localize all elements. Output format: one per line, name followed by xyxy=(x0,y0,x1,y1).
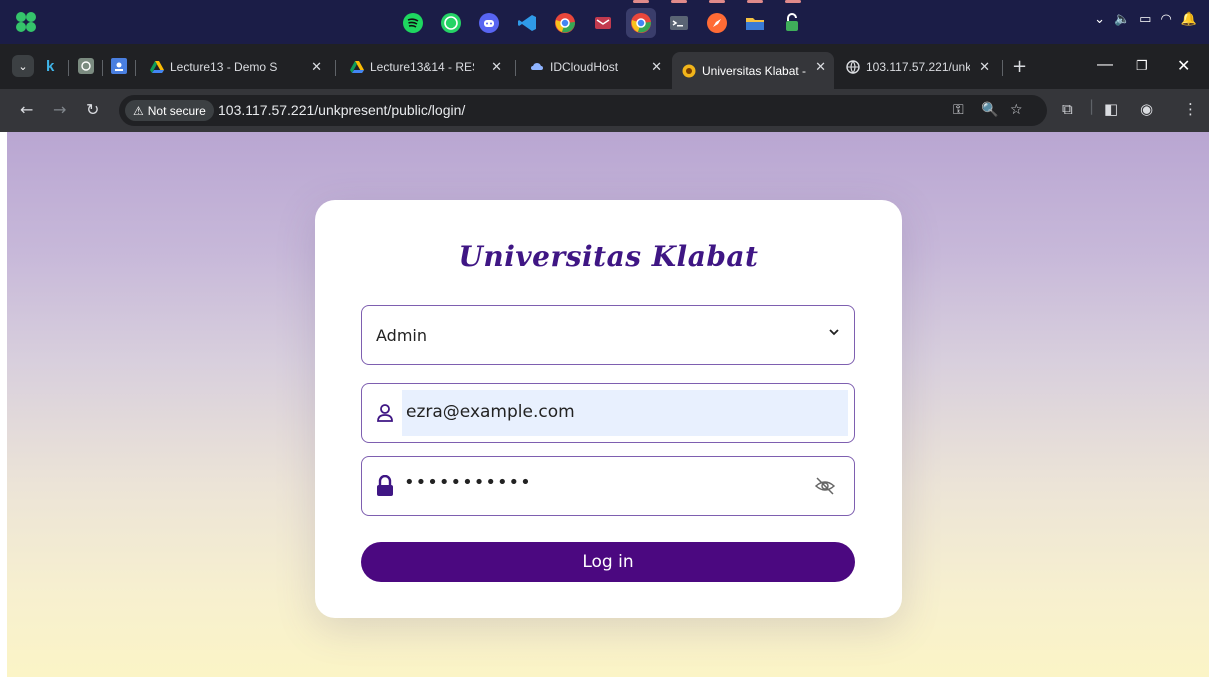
login-card: Universitas Klabat Admin ezra@example.co… xyxy=(315,200,902,618)
new-tab-button[interactable]: + xyxy=(1012,56,1027,77)
taskbar: ⌄ 🔈 ▭ ◠ 🔔 xyxy=(0,0,1209,44)
close-icon[interactable]: ✕ xyxy=(311,59,322,75)
wifi-icon[interactable]: ◠ xyxy=(1160,12,1171,27)
email-value: ezra@example.com xyxy=(406,402,575,422)
tab-separator xyxy=(1002,60,1003,76)
tab-lecture13-14[interactable]: Lecture13&14 - RES ✕ xyxy=(340,52,510,82)
restore-button[interactable]: ❐ xyxy=(1136,58,1148,74)
openai-icon xyxy=(78,58,94,74)
zoom-icon[interactable]: 🔍 xyxy=(981,102,998,118)
active-indicator xyxy=(671,0,687,3)
forward-arrow-icon[interactable]: → xyxy=(53,100,66,119)
safari-icon[interactable] xyxy=(702,0,732,38)
whatsapp-icon[interactable] xyxy=(436,8,466,38)
toolbar-separator: | xyxy=(1089,97,1095,115)
drive-icon xyxy=(150,61,164,73)
tab-title: IDCloudHost xyxy=(550,60,619,74)
pinned-tab-k[interactable]: k xyxy=(46,56,54,76)
tab-separator xyxy=(135,60,136,76)
eye-slash-icon[interactable] xyxy=(814,475,836,497)
back-arrow-icon[interactable]: ← xyxy=(20,100,33,119)
active-indicator xyxy=(633,0,649,3)
close-icon[interactable]: ✕ xyxy=(651,59,662,75)
drive-icon xyxy=(350,61,364,73)
discord-icon[interactable] xyxy=(474,8,504,38)
close-icon[interactable]: ✕ xyxy=(815,59,826,75)
email-field[interactable]: ezra@example.com xyxy=(361,383,855,443)
chrome-icon[interactable] xyxy=(550,8,580,38)
close-icon[interactable]: ✕ xyxy=(979,59,990,75)
lock-app-icon[interactable] xyxy=(778,0,808,38)
extensions-icon[interactable]: ⧉ xyxy=(1062,100,1073,118)
security-label: Not secure xyxy=(147,103,206,118)
brand-title: Universitas Klabat xyxy=(458,240,759,273)
system-tray: ⌄ 🔈 ▭ ◠ 🔔 xyxy=(1094,12,1197,27)
tab-separator xyxy=(102,60,103,76)
active-indicator xyxy=(709,0,725,3)
tab-separator xyxy=(335,60,336,76)
tab-strip: ⌄ k Lecture13 - Demo S ✕ Lecture13&14 - … xyxy=(0,44,1209,89)
side-panel-icon[interactable]: ◧ xyxy=(1104,100,1118,118)
tab-universitas-klabat[interactable]: Universitas Klabat - ✕ xyxy=(672,52,834,89)
key-icon[interactable]: ⚿ xyxy=(953,102,964,118)
pinned-tab-chatgpt[interactable] xyxy=(78,56,94,76)
lock-icon xyxy=(377,475,393,496)
speaker-icon[interactable]: 🔈 xyxy=(1114,12,1130,27)
tab-lecture13[interactable]: Lecture13 - Demo S ✕ xyxy=(140,52,330,82)
security-chip[interactable]: ⚠ Not secure xyxy=(125,100,214,121)
tab-search-chevron-icon[interactable]: ⌄ xyxy=(12,55,34,77)
chevron-down-icon xyxy=(829,329,839,336)
warning-triangle-icon: ⚠ xyxy=(133,103,144,118)
reload-icon[interactable]: ↻ xyxy=(86,100,99,119)
battery-icon[interactable]: ▭ xyxy=(1139,12,1151,27)
login-page: Universitas Klabat Admin ezra@example.co… xyxy=(7,132,1209,677)
url-text: 103.117.57.221/unkpresent/public/login/ xyxy=(218,102,466,118)
tab-idcloudhost[interactable]: IDCloudHost ✕ xyxy=(520,52,670,82)
tab-ip-address[interactable]: 103.117.57.221/unk ✕ xyxy=(836,52,998,82)
tab-separator xyxy=(515,60,516,76)
minimize-button[interactable]: — xyxy=(1097,56,1113,74)
classroom-icon xyxy=(111,58,127,74)
mail-icon[interactable] xyxy=(588,8,618,38)
star-icon[interactable]: ☆ xyxy=(1010,102,1023,118)
tab-separator xyxy=(68,60,69,76)
password-value: ••••••••••• xyxy=(404,472,532,493)
active-indicator xyxy=(785,0,801,3)
role-selected-value: Admin xyxy=(376,326,427,345)
folder-icon[interactable] xyxy=(740,0,770,38)
address-bar: ← → ↻ ⚠ Not secure 103.117.57.221/unkpre… xyxy=(0,89,1209,132)
close-window-button[interactable]: ✕ xyxy=(1177,56,1190,76)
globe-icon xyxy=(846,60,860,74)
login-button[interactable]: Log in xyxy=(361,542,855,582)
clover-start-icon[interactable] xyxy=(14,10,38,34)
tab-title: 103.117.57.221/unk xyxy=(866,60,970,74)
tab-title: Lecture13&14 - RES xyxy=(370,60,474,74)
pinned-tab-classroom[interactable] xyxy=(111,56,127,76)
active-indicator xyxy=(747,0,763,3)
close-icon[interactable]: ✕ xyxy=(491,59,502,75)
vscode-icon[interactable] xyxy=(512,8,542,38)
terminal-icon[interactable] xyxy=(664,0,694,38)
role-select[interactable]: Admin xyxy=(361,305,855,365)
tab-title: Lecture13 - Demo S xyxy=(170,60,278,74)
omnibox[interactable]: ⚠ Not secure 103.117.57.221/unkpresent/p… xyxy=(119,95,1047,126)
menu-kebab-icon[interactable]: ⋮ xyxy=(1183,100,1198,118)
bell-icon[interactable]: 🔔 xyxy=(1181,12,1197,27)
profile-avatar-icon[interactable]: ◉ xyxy=(1140,100,1153,118)
cloud-icon xyxy=(531,63,543,70)
password-field[interactable]: ••••••••••• xyxy=(361,456,855,516)
spotify-icon[interactable] xyxy=(398,8,428,38)
tab-title: Universitas Klabat - xyxy=(702,63,807,78)
taskbar-apps xyxy=(398,0,808,38)
chevron-down-icon[interactable]: ⌄ xyxy=(1094,12,1105,27)
page-edge xyxy=(0,132,7,677)
user-icon xyxy=(377,404,393,422)
chrome-active-icon[interactable] xyxy=(626,0,656,38)
klabat-logo-icon xyxy=(682,64,696,77)
k-logo-icon: k xyxy=(46,57,55,75)
